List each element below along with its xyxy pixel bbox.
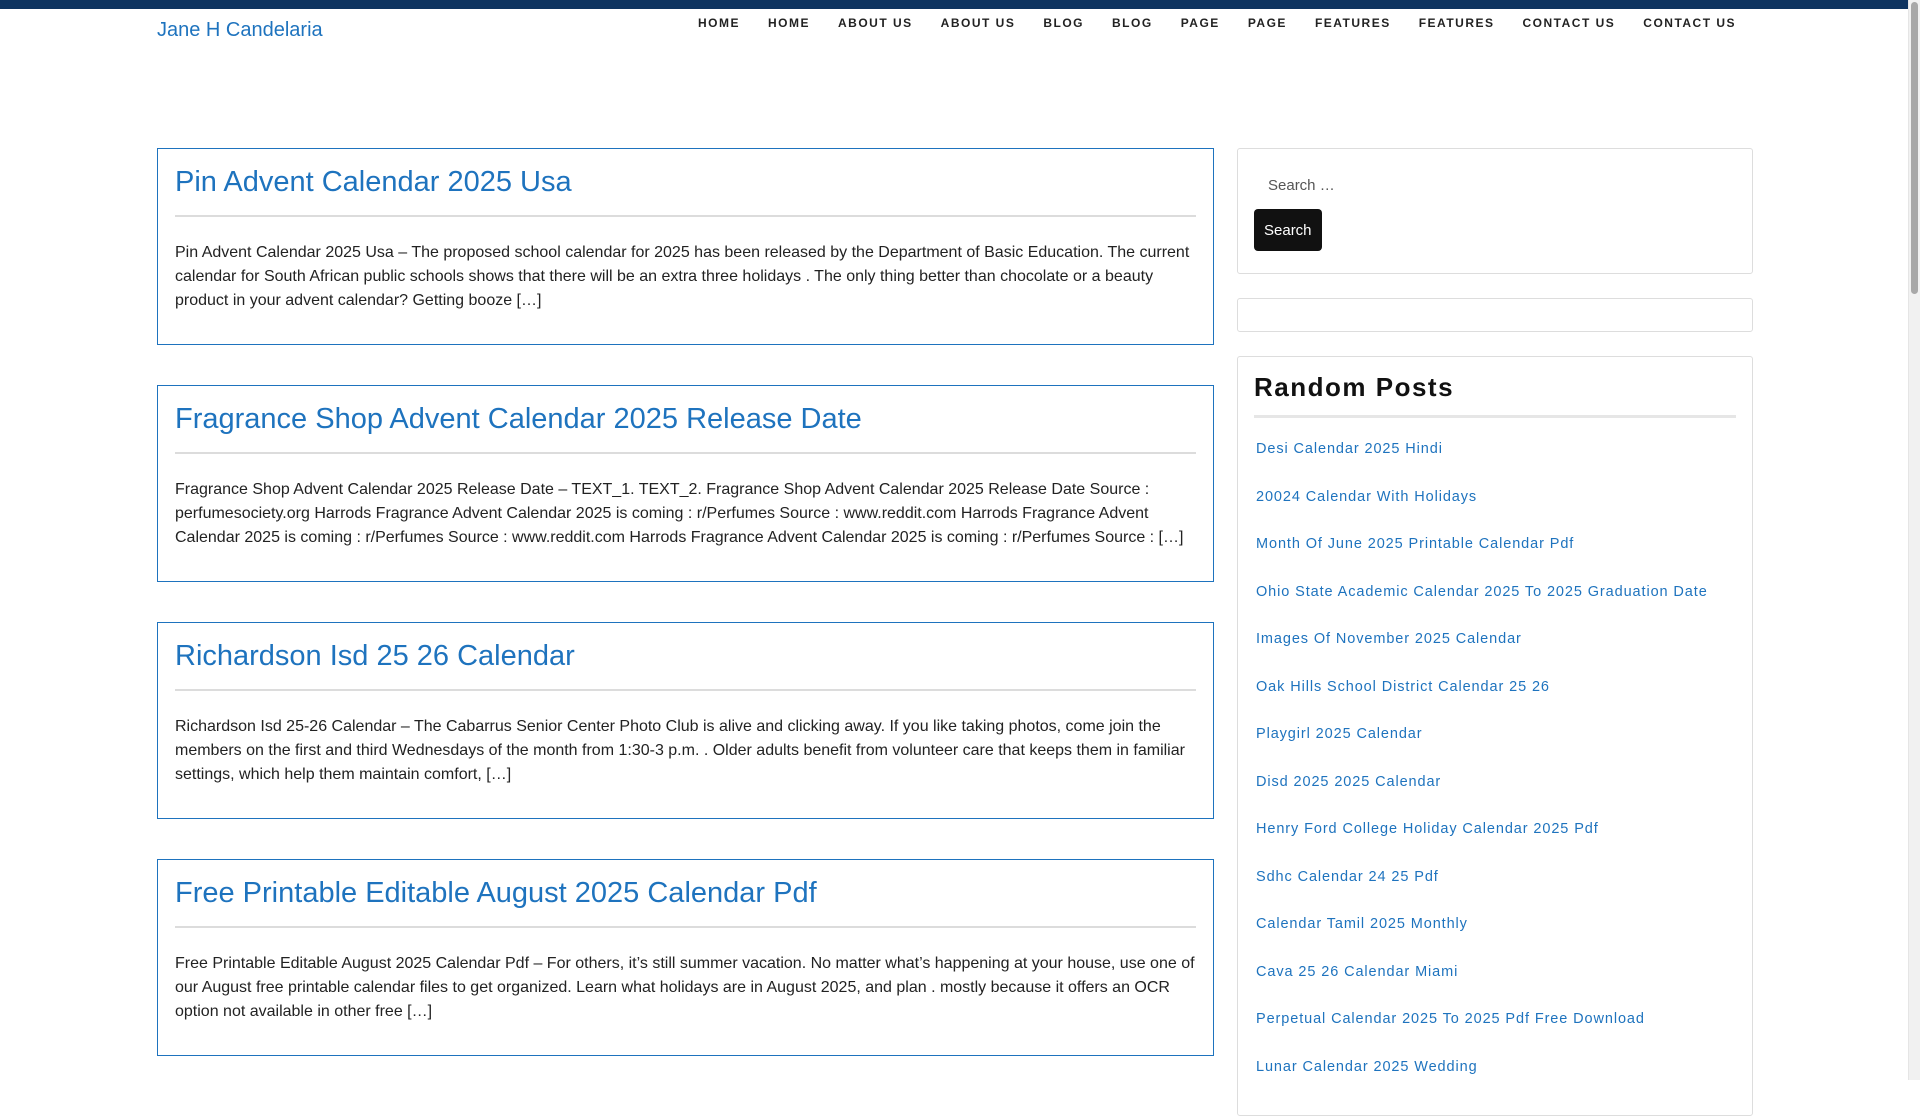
site-title[interactable]: Jane H Candelaria bbox=[157, 18, 323, 42]
list-item: Oak Hills School District Calendar 25 26 bbox=[1254, 678, 1736, 726]
nav-item-contact-us[interactable]: Contact Us bbox=[1523, 14, 1616, 32]
list-item: Month Of June 2025 Printable Calendar Pd… bbox=[1254, 535, 1736, 583]
post-list: Pin Advent Calendar 2025 Usa Pin Advent … bbox=[157, 148, 1214, 1096]
post-title-link[interactable]: Richardson Isd 25 26 Calendar bbox=[175, 639, 1196, 673]
nav-item-features[interactable]: Features bbox=[1315, 14, 1391, 32]
random-post-link[interactable]: 20024 Calendar With Holidays bbox=[1254, 489, 1477, 505]
random-post-link[interactable]: Ohio State Academic Calendar 2025 To 202… bbox=[1254, 584, 1708, 600]
list-item: Cava 25 26 Calendar Miami bbox=[1254, 963, 1736, 1011]
nav-item-blog[interactable]: Blog bbox=[1043, 14, 1084, 32]
list-item: Perpetual Calendar 2025 To 2025 Pdf Free… bbox=[1254, 1010, 1736, 1058]
nav-item-contact-us[interactable]: Contact Us bbox=[1643, 14, 1736, 32]
search-button[interactable]: Search bbox=[1254, 209, 1322, 251]
post-divider bbox=[175, 215, 1196, 217]
post-card: Pin Advent Calendar 2025 Usa Pin Advent … bbox=[157, 148, 1214, 345]
nav-item-about-us[interactable]: About Us bbox=[941, 14, 1016, 32]
nav-item-about-us[interactable]: About Us bbox=[838, 14, 913, 32]
nav-item-home[interactable]: Home bbox=[768, 14, 810, 32]
random-post-link[interactable]: Cava 25 26 Calendar Miami bbox=[1254, 964, 1458, 980]
post-card: Fragrance Shop Advent Calendar 2025 Rele… bbox=[157, 385, 1214, 582]
random-post-link[interactable]: Perpetual Calendar 2025 To 2025 Pdf Free… bbox=[1254, 1011, 1645, 1027]
post-card: Free Printable Editable August 2025 Cale… bbox=[157, 859, 1214, 1056]
nav-item-blog[interactable]: Blog bbox=[1112, 14, 1153, 32]
main-navigation: Home Home About Us About Us Blog Blog Pa… bbox=[698, 14, 1736, 32]
post-divider bbox=[175, 926, 1196, 928]
nav-item-page[interactable]: Page bbox=[1181, 14, 1220, 32]
random-post-link[interactable]: Lunar Calendar 2025 Wedding bbox=[1254, 1059, 1478, 1075]
nav-item-features[interactable]: Features bbox=[1419, 14, 1495, 32]
search-input[interactable] bbox=[1254, 167, 1734, 203]
random-posts-widget: Random Posts Desi Calendar 2025 Hindi 20… bbox=[1237, 356, 1753, 1116]
random-post-link[interactable]: Henry Ford College Holiday Calendar 2025… bbox=[1254, 821, 1599, 837]
nav-item-home[interactable]: Home bbox=[698, 14, 740, 32]
random-post-link[interactable]: Desi Calendar 2025 Hindi bbox=[1254, 441, 1443, 457]
random-post-link[interactable]: Sdhc Calendar 24 25 Pdf bbox=[1254, 869, 1439, 885]
random-post-link[interactable]: Playgirl 2025 Calendar bbox=[1254, 726, 1423, 742]
list-item: 20024 Calendar With Holidays bbox=[1254, 488, 1736, 536]
list-item: Henry Ford College Holiday Calendar 2025… bbox=[1254, 820, 1736, 868]
post-title-link[interactable]: Pin Advent Calendar 2025 Usa bbox=[175, 165, 1196, 199]
post-title-link[interactable]: Fragrance Shop Advent Calendar 2025 Rele… bbox=[175, 402, 1196, 436]
vertical-scrollbar[interactable] bbox=[1908, 0, 1920, 1080]
list-item: Desi Calendar 2025 Hindi bbox=[1254, 440, 1736, 488]
nav-item-page[interactable]: Page bbox=[1248, 14, 1287, 32]
random-post-link[interactable]: Images Of November 2025 Calendar bbox=[1254, 631, 1522, 647]
sidebar: Search Random Posts Desi Calendar 2025 H… bbox=[1237, 148, 1753, 1116]
list-item: Playgirl 2025 Calendar bbox=[1254, 725, 1736, 773]
post-divider bbox=[175, 689, 1196, 691]
scrollbar-thumb[interactable] bbox=[1911, 2, 1918, 294]
post-divider bbox=[175, 452, 1196, 454]
post-excerpt: Richardson Isd 25-26 Calendar – The Caba… bbox=[175, 718, 1185, 783]
list-item: Calendar Tamil 2025 Monthly bbox=[1254, 915, 1736, 963]
random-post-link[interactable]: Disd 2025 2025 Calendar bbox=[1254, 774, 1441, 790]
post-card: Richardson Isd 25 26 Calendar Richardson… bbox=[157, 622, 1214, 819]
post-title-link[interactable]: Free Printable Editable August 2025 Cale… bbox=[175, 876, 1196, 910]
list-item: Lunar Calendar 2025 Wedding bbox=[1254, 1058, 1736, 1106]
list-item: Ohio State Academic Calendar 2025 To 202… bbox=[1254, 583, 1736, 631]
random-posts-title: Random Posts bbox=[1254, 371, 1736, 418]
top-bar bbox=[0, 0, 1909, 9]
random-post-link[interactable]: Month Of June 2025 Printable Calendar Pd… bbox=[1254, 536, 1574, 552]
list-item: Sdhc Calendar 24 25 Pdf bbox=[1254, 868, 1736, 916]
search-widget: Search bbox=[1237, 148, 1753, 274]
random-post-link[interactable]: Calendar Tamil 2025 Monthly bbox=[1254, 916, 1468, 932]
random-post-link[interactable]: Oak Hills School District Calendar 25 26 bbox=[1254, 679, 1550, 695]
post-excerpt: Free Printable Editable August 2025 Cale… bbox=[175, 955, 1195, 1020]
empty-widget bbox=[1237, 298, 1753, 332]
post-excerpt: Fragrance Shop Advent Calendar 2025 Rele… bbox=[175, 481, 1184, 546]
list-item: Images Of November 2025 Calendar bbox=[1254, 630, 1736, 678]
random-posts-list: Desi Calendar 2025 Hindi 20024 Calendar … bbox=[1254, 440, 1736, 1105]
post-excerpt: Pin Advent Calendar 2025 Usa – The propo… bbox=[175, 244, 1190, 309]
list-item: Disd 2025 2025 Calendar bbox=[1254, 773, 1736, 821]
